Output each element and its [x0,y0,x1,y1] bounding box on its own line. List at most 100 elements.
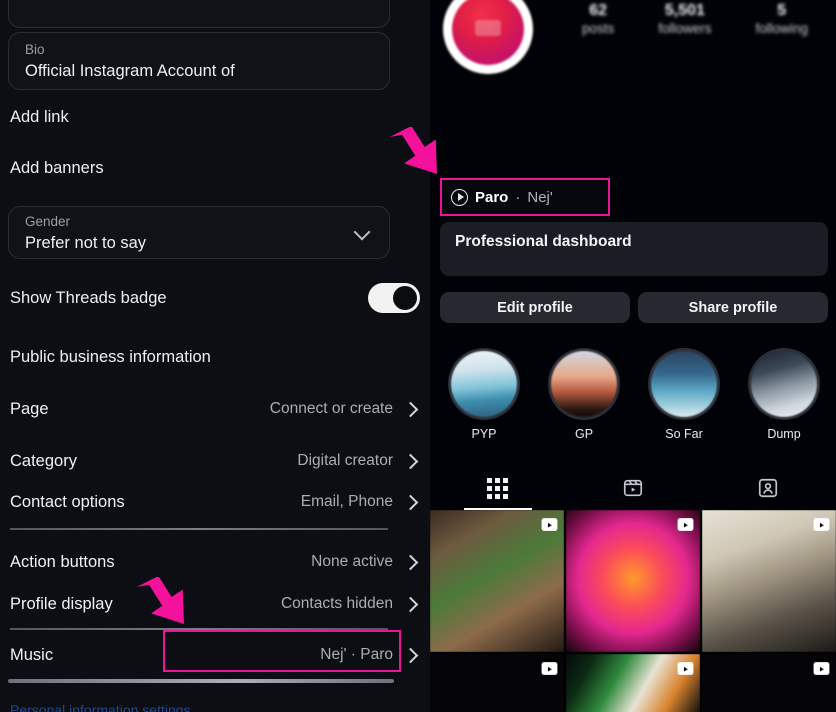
show-threads-badge-toggle[interactable] [368,283,420,313]
row-value: None active [311,553,393,570]
highlight-dump[interactable]: Dump [738,348,830,441]
grid-post[interactable] [430,510,564,652]
stat-value: 62 [589,2,608,19]
tab-grid[interactable] [430,466,565,510]
profile-stats: 62 posts 5,501 followers 5 following [560,2,830,38]
music-title: Paro [475,188,509,206]
grid-icon [487,477,509,499]
show-threads-badge-label: Show Threads badge [10,288,167,307]
highlight-caption: GP [574,427,594,441]
stat-label: followers [658,21,712,37]
highlight-thumbnail [651,351,717,417]
add-banners-row[interactable]: Add banners [10,159,104,178]
share-profile-button[interactable]: Share profile [638,292,828,323]
highlight-gp[interactable]: GP [538,348,630,441]
instagram-profile-panel: 62 posts 5,501 followers 5 following Par… [430,0,836,712]
stat-posts[interactable]: 62 posts [582,2,614,38]
professional-dashboard-card[interactable]: Professional dashboard [440,222,828,276]
bio-field-value: Official Instagram Account of [25,61,235,80]
chevron-down-icon [355,225,371,241]
chevron-right-icon [405,649,418,662]
gender-field-value: Prefer not to say [25,233,147,252]
horizontal-scrollbar[interactable] [8,679,394,683]
highlight-thumbnail [551,351,617,417]
screen-root: Bio Official Instagram Account of Add li… [0,0,836,712]
chevron-right-icon [405,556,418,569]
music-row-highlight [163,630,401,672]
divider-1 [10,528,388,530]
grid-post[interactable] [430,654,564,712]
row-value: Contacts hidden [280,595,393,612]
settings-row-contact-options[interactable]: Contact options Email, Phone [10,487,418,517]
tab-tagged[interactable] [701,466,836,510]
toggle-knob [393,286,417,310]
music-separator: · [515,188,521,206]
row-label: Contact options [10,492,125,511]
tab-reels[interactable] [565,466,700,510]
stat-following[interactable]: 5 following [755,2,808,38]
highlight-ring [648,348,720,420]
reels-badge-icon [677,662,694,675]
bio-field[interactable]: Bio Official Instagram Account of [8,32,390,90]
add-link-row[interactable]: Add link [10,108,69,127]
settings-row-action-buttons[interactable]: Action buttons None active [10,547,418,577]
profile-music-chip[interactable]: Paro · Nej' [440,178,610,216]
reels-badge-icon [813,518,830,531]
reels-badge-icon [541,518,558,531]
highlight-pyp[interactable]: PYP [438,348,530,441]
grid-post[interactable] [702,654,836,712]
reels-badge-icon [541,662,558,675]
settings-row-profile-display[interactable]: Profile display Contacts hidden [10,589,418,619]
reels-icon [623,479,643,497]
row-value: Connect or create [269,400,393,417]
partial-field-above-bio[interactable] [8,0,390,28]
stat-followers[interactable]: 5,501 followers [658,2,711,38]
music-artist: Nej' [527,188,553,206]
profile-tabs [430,466,836,510]
highlight-so-far[interactable]: So Far [638,348,730,441]
row-value: Email, Phone [300,493,393,510]
grid-post[interactable] [566,654,700,712]
profile-action-buttons: Edit profile Share profile [440,292,828,323]
highlight-caption: PYP [471,427,497,441]
chevron-right-icon [405,598,418,611]
avatar-image [452,0,524,65]
stat-value: 5,501 [664,2,705,19]
row-value: Digital creator [297,452,393,469]
row-label: Category [10,451,77,470]
reels-badge-icon [677,518,694,531]
bottom-cutoff-text: Personal information settings [10,702,191,712]
public-business-information-heading: Public business information [10,348,211,366]
avatar[interactable] [443,0,533,74]
edit-profile-button[interactable]: Edit profile [440,292,630,323]
row-label: Music [10,645,54,664]
highlight-ring [448,348,520,420]
arrow-to-music-chip [389,127,437,175]
edit-profile-settings-panel: Bio Official Instagram Account of Add li… [0,0,430,712]
row-label: Action buttons [10,552,115,571]
arrow-to-music-row [136,577,184,625]
chevron-right-icon [405,403,418,416]
gender-field[interactable]: Gender Prefer not to say [8,206,390,259]
highlight-thumbnail [751,351,817,417]
row-label: Page [10,399,49,418]
chevron-right-icon [405,496,418,509]
gender-field-label: Gender [25,214,71,229]
grid-post[interactable] [702,510,836,652]
highlight-caption: Dump [767,427,801,441]
grid-post[interactable] [566,510,700,652]
chevron-right-icon [405,455,418,468]
highlight-thumbnail [451,351,517,417]
story-highlights: PYP GP So Far Dump [438,348,830,441]
reels-badge-icon [813,662,830,675]
stat-value: 5 [777,2,787,19]
professional-dashboard-label: Professional dashboard [455,233,632,250]
highlight-ring [748,348,820,420]
play-circle-icon [451,188,468,206]
row-label: Profile display [10,594,113,613]
show-threads-badge-row[interactable]: Show Threads badge [10,283,420,313]
bio-field-label: Bio [25,42,45,57]
stat-label: following [755,21,809,37]
settings-row-category[interactable]: Category Digital creator [10,446,418,476]
settings-row-page[interactable]: Page Connect or create [10,394,418,424]
